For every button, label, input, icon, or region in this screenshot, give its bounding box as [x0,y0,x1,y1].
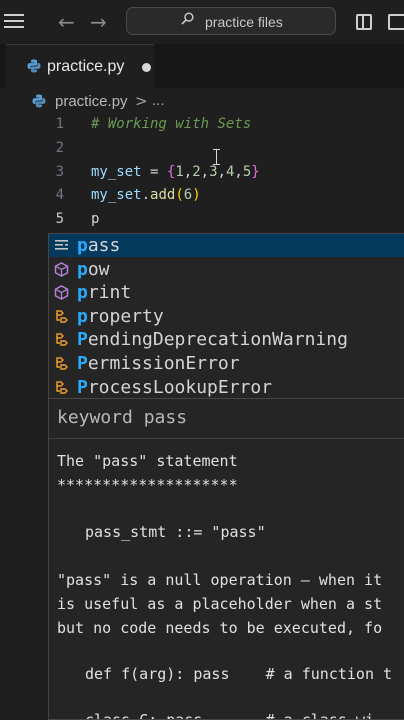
search-icon [181,12,194,25]
suggestion-item[interactable]: pow [49,258,404,281]
toggle-panel-icon[interactable] [388,14,404,30]
doc-text: is useful as a placeholder when a st [57,595,383,613]
code-line[interactable]: 5 p [0,208,404,231]
code-line[interactable]: 2 [0,137,404,160]
code-line[interactable]: 1 # Working with Sets [0,113,404,136]
line-number: 2 [55,140,64,156]
details-title: keyword pass [57,407,188,428]
code-text: # Working with Sets [91,116,252,132]
breadcrumb-symbols[interactable]: ... [152,92,165,109]
suggestion-item[interactable]: pass [49,234,404,257]
keyword-icon [54,238,69,253]
chevron-right-icon: > [135,92,148,110]
suggestion-details: keyword pass The "pass" statement ******… [48,399,404,720]
suggestion-label: property [77,305,164,327]
breadcrumb-file[interactable]: practice.py [55,93,128,110]
suggestion-label: pass [77,235,121,256]
menu-icon[interactable] [4,14,24,28]
suggestion-label: print [77,282,132,304]
breadcrumb: practice.py > ... [0,88,404,112]
doc-example: class C: pass # a class wi [85,711,374,720]
code-text: my_set = {1,2,3,4,5} [91,164,260,180]
code-line[interactable]: 4 my_set.add(6) [0,184,404,207]
tab-practice-py[interactable]: practice.py [6,44,154,89]
command-center-search[interactable]: practice files [126,7,336,35]
python-icon [32,94,46,108]
line-number: 4 [55,187,64,203]
back-arrow-icon[interactable]: ← [58,10,75,34]
suggestion-item[interactable]: PermissionError [49,352,404,375]
code-editor[interactable]: 1 # Working with Sets 2 3 my_set = {1,2,… [0,112,404,237]
suggest-widget: pass pow print property PendingDeprecationWa… [48,233,404,399]
class-icon [54,309,69,324]
suggestion-item[interactable]: property [49,305,404,328]
mouse-cursor-icon [213,149,220,165]
code-text: my_set.add(6) [91,187,201,203]
code-line[interactable]: 3 my_set = {1,2,3,4,5} [0,161,404,184]
title-bar: ← → practice files [0,0,404,44]
toggle-sidebar-icon[interactable] [356,14,372,30]
doc-text: "pass" is a null operation — when it [57,571,383,589]
tab-bar: practice.py [0,44,404,89]
suggestion-label: ProcessLookupError [77,376,273,398]
tab-label: practice.py [47,58,125,75]
suggestion-item[interactable]: ProcessLookupError [49,376,404,399]
class-icon [54,380,69,395]
line-number: 5 [55,211,64,227]
class-icon [54,356,69,371]
doc-grammar: pass_stmt ::= "pass" [85,523,266,541]
suggestion-label: PendingDeprecationWarning [77,329,348,351]
suggestion-item[interactable]: print [49,281,404,304]
python-icon [27,59,41,73]
doc-heading: The "pass" statement [57,452,238,470]
suggestion-label: PermissionError [77,353,240,374]
method-icon [54,285,69,301]
search-text: practice files [205,14,283,30]
code-text: p [91,211,100,227]
doc-example: def f(arg): pass # a function t [85,665,393,683]
divider [49,438,404,439]
suggestion-item[interactable]: PendingDeprecationWarning [49,328,404,351]
unsaved-indicator[interactable] [142,63,151,72]
doc-underline: ******************** [57,476,238,494]
line-number: 1 [55,116,64,132]
forward-arrow-icon[interactable]: → [90,10,107,34]
line-number: 3 [55,164,64,180]
suggestion-label: pow [77,258,110,280]
method-icon [54,261,69,277]
class-icon [54,332,69,347]
doc-text: but no code needs to be executed, fo [57,619,383,637]
